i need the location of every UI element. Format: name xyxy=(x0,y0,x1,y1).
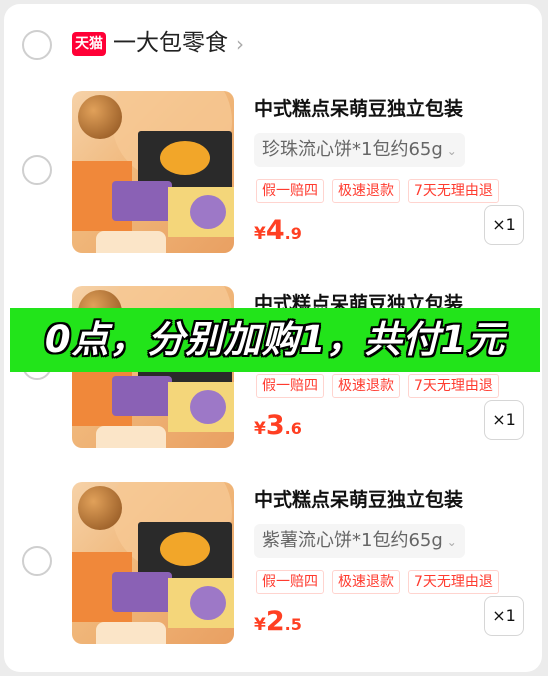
price-currency: ¥ xyxy=(254,224,266,244)
price: ¥2.5 xyxy=(254,606,302,637)
tag-fast-refund: 极速退款 xyxy=(332,570,400,594)
variant-label: 紫薯流心饼*1包约65g xyxy=(262,530,443,551)
variant-selector[interactable]: 珍珠流心饼*1包约65g ⌄ xyxy=(254,133,465,167)
tag-fake-compensation: 假一赔四 xyxy=(256,374,324,398)
price-integer: 4 xyxy=(265,215,285,246)
tag-fast-refund: 极速退款 xyxy=(332,374,400,398)
chevron-right-icon[interactable]: › xyxy=(236,30,244,58)
service-tags: 假一赔四 极速退款 7天无理由退 xyxy=(256,374,507,398)
price-integer: 2 xyxy=(265,606,285,637)
product-title[interactable]: 中式糕点呆萌豆独立包装 xyxy=(254,95,463,123)
item-select-radio-icon[interactable] xyxy=(22,155,52,185)
cart-item: 中式糕点呆萌豆独立包装 紫薯流心饼*1包约65g ⌄ 假一赔四 极速退款 7天无理由退… xyxy=(0,482,548,662)
price-decimal: .5 xyxy=(284,615,302,634)
price: ¥4.9 xyxy=(254,215,302,246)
price-currency: ¥ xyxy=(254,419,266,439)
tag-7day-return: 7天无理由退 xyxy=(408,179,499,203)
tag-fast-refund: 极速退款 xyxy=(332,179,400,203)
tag-fake-compensation: 假一赔四 xyxy=(256,570,324,594)
cart-item: 中式糕点呆萌豆独立包装 珍珠流心饼*1包约65g ⌄ 假一赔四 极速退款 7天无理由退… xyxy=(0,91,548,271)
variant-label: 珍珠流心饼*1包约65g xyxy=(262,139,443,160)
service-tags: 假一赔四 极速退款 7天无理由退 xyxy=(256,179,507,203)
variant-selector[interactable]: 紫薯流心饼*1包约65g ⌄ xyxy=(254,524,465,558)
product-title[interactable]: 中式糕点呆萌豆独立包装 xyxy=(254,486,463,514)
quantity-button[interactable]: ×1 xyxy=(484,205,524,245)
price-currency: ¥ xyxy=(254,615,266,635)
quantity-button[interactable]: ×1 xyxy=(484,596,524,636)
product-image[interactable] xyxy=(72,91,234,253)
promo-banner: 0点，分别加购1，共付1元 xyxy=(10,308,540,372)
chevron-down-icon: ⌄ xyxy=(446,535,457,549)
shop-select-radio-icon[interactable] xyxy=(22,30,52,60)
service-tags: 假一赔四 极速退款 7天无理由退 xyxy=(256,570,507,594)
tag-7day-return: 7天无理由退 xyxy=(408,570,499,594)
price-integer: 3 xyxy=(265,410,285,441)
item-select-radio-icon[interactable] xyxy=(22,546,52,576)
price-decimal: .6 xyxy=(284,419,302,438)
tag-7day-return: 7天无理由退 xyxy=(408,374,499,398)
product-image[interactable] xyxy=(72,482,234,644)
price: ¥3.6 xyxy=(254,410,302,441)
quantity-button[interactable]: ×1 xyxy=(484,400,524,440)
shop-name[interactable]: 一大包零食 xyxy=(113,26,228,60)
price-decimal: .9 xyxy=(284,224,302,243)
tmall-badge: 天猫 xyxy=(72,32,106,56)
tag-fake-compensation: 假一赔四 xyxy=(256,179,324,203)
chevron-down-icon: ⌄ xyxy=(446,144,457,158)
